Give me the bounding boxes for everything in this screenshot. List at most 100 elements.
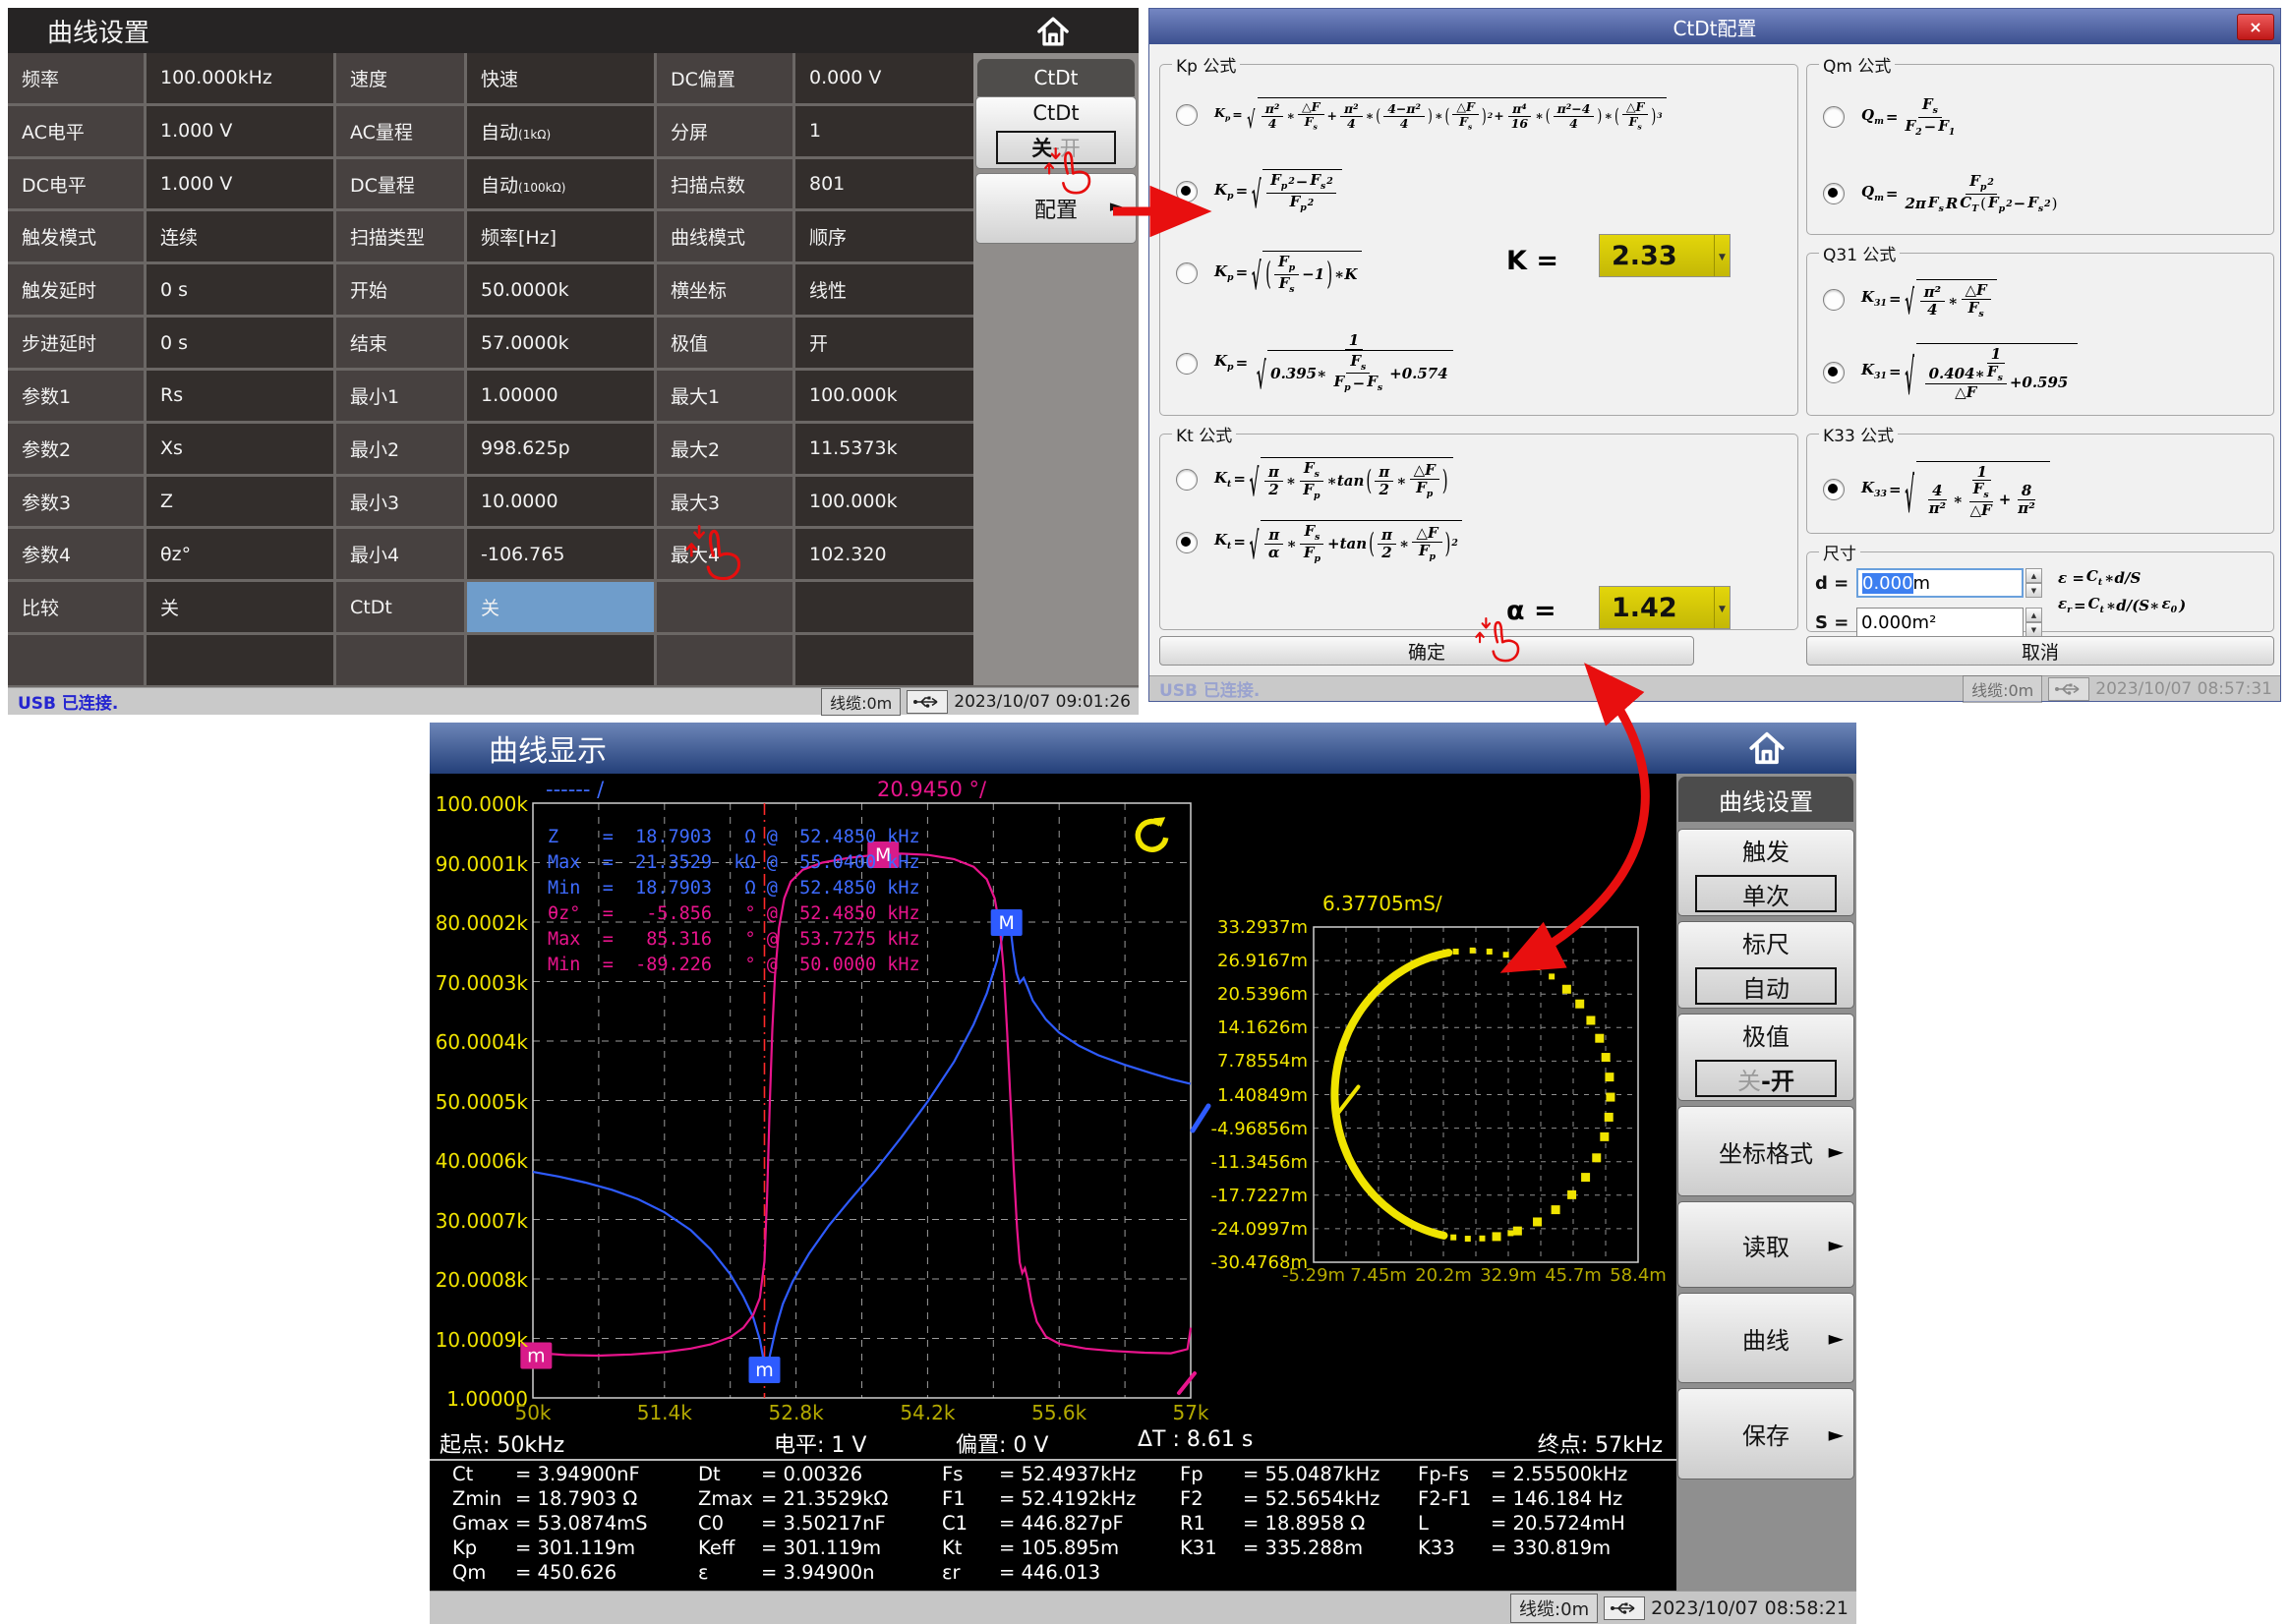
settings-value-cell[interactable]: 100.000kHz — [147, 53, 333, 103]
curve-settings-statusbar: USB 已连接. 线缆:0m 2023/10/07 09:01:26 — [8, 687, 1139, 715]
k-value-dropdown[interactable]: 2.33 ▼ — [1599, 234, 1731, 277]
settings-label-cell: 最大1 — [657, 371, 792, 421]
settings-value-cell[interactable]: 100.000k — [795, 477, 978, 527]
radio-kt[interactable] — [1176, 532, 1198, 553]
radio-q31[interactable] — [1823, 289, 1845, 311]
cancel-button[interactable]: 取消 — [1806, 636, 2274, 666]
sidebar-button-save[interactable]: 保存► — [1677, 1388, 1854, 1479]
s-input[interactable]: 0.000m² — [1856, 608, 2024, 637]
ok-button[interactable]: 确定 — [1159, 636, 1694, 666]
ruler-value-box[interactable]: 自动 — [1695, 967, 1837, 1005]
clock-text: 2023/10/07 09:01:26 — [954, 692, 1131, 712]
sidebar-button-curve[interactable]: 曲线► — [1677, 1293, 1854, 1383]
alpha-value-dropdown[interactable]: 1.42 ▼ — [1599, 586, 1731, 629]
settings-value-cell[interactable] — [795, 635, 978, 685]
curve-display-title: 曲线显示 — [489, 726, 607, 770]
settings-value-cell[interactable]: 11.5373k — [795, 424, 978, 474]
settings-value-cell[interactable]: 50.0000k — [467, 264, 654, 315]
settings-value-cell[interactable]: 0 s — [147, 318, 333, 368]
group-qm: Qm 公式 Qm=FsF2−F1Qm=Fp22πFsRCT(Fp2−Fs2) — [1806, 52, 2274, 235]
close-icon[interactable]: × — [2237, 14, 2274, 40]
settings-value-cell[interactable]: 频率[Hz] — [467, 211, 654, 261]
result-item: Ct= 3.94900nF — [452, 1463, 640, 1485]
admittance-circle-chart — [1314, 927, 1638, 1262]
radio-kp[interactable] — [1176, 104, 1198, 126]
settings-value-cell[interactable] — [467, 635, 654, 685]
radio-q31[interactable] — [1823, 362, 1845, 383]
settings-value-cell[interactable]: 1.000 V — [147, 159, 333, 209]
refresh-icon[interactable] — [1131, 814, 1174, 857]
settings-label-cell: 结束 — [336, 318, 464, 368]
readout-blue: Z = 18.7903 Ω @ 52.4850 kHz Max = 21.352… — [548, 825, 920, 901]
settings-value-cell[interactable]: θz° — [147, 529, 333, 579]
settings-value-cell[interactable]: 线性 — [795, 264, 978, 315]
settings-value-cell[interactable]: 998.625p — [467, 424, 654, 474]
sidebar-button-extremum[interactable]: 极值关-开 — [1677, 1014, 1854, 1101]
settings-value-cell[interactable]: 1 — [795, 106, 978, 156]
settings-value-cell[interactable]: 0 s — [147, 264, 333, 315]
cable-length-badge: 线缆:0m — [1963, 675, 2042, 703]
settings-value-cell[interactable] — [147, 635, 333, 685]
main-y-tick: 60.0004k — [430, 1030, 528, 1054]
settings-value-cell[interactable]: 顺序 — [795, 211, 978, 261]
radio-qm[interactable] — [1823, 183, 1845, 204]
settings-value-cell[interactable]: -106.765 — [467, 529, 654, 579]
chevron-right-icon: ► — [1829, 1139, 1844, 1163]
settings-value-cell[interactable]: 102.320 — [795, 529, 978, 579]
home-icon[interactable] — [1031, 12, 1075, 51]
sidebar-header-curve-settings[interactable]: 曲线设置 — [1678, 777, 1853, 822]
settings-value-cell[interactable] — [795, 582, 978, 632]
settings-value-cell[interactable]: 自动(100kΩ) — [467, 159, 654, 209]
settings-value-cell[interactable]: Xs — [147, 424, 333, 474]
settings-value-cell[interactable]: 关 — [147, 582, 333, 632]
s-spinner[interactable]: ▲▼ — [2025, 608, 2042, 637]
result-item: R1= 18.8958 Ω — [1180, 1512, 1365, 1535]
settings-value-cell[interactable]: 10.0000 — [467, 477, 654, 527]
home-icon[interactable] — [1745, 727, 1789, 769]
settings-value-cell[interactable]: 关 — [467, 582, 654, 632]
ctdt-toggle-box[interactable]: 关-开 — [996, 131, 1116, 164]
radio-qm[interactable] — [1823, 106, 1845, 128]
d-spinner[interactable]: ▲▼ — [2025, 568, 2042, 598]
usb-icon — [1604, 1596, 1645, 1620]
result-item: F1= 52.4192kHz — [942, 1487, 1136, 1510]
settings-label-cell: CtDt — [336, 582, 464, 632]
ctdt-toggle-button[interactable]: CtDt 关-开 — [975, 96, 1137, 169]
settings-value-cell[interactable]: 801 — [795, 159, 978, 209]
settings-value-cell[interactable]: 快速 — [467, 53, 654, 103]
k33-options: K33=√14π²∗Fs△F+8π² — [1813, 448, 2267, 531]
d-input[interactable]: 0.000m — [1856, 568, 2024, 598]
radio-k33[interactable] — [1823, 479, 1845, 500]
settings-value-cell[interactable]: Z — [147, 477, 333, 527]
settings-value-cell[interactable]: Rs — [147, 371, 333, 421]
radio-kt[interactable] — [1176, 469, 1198, 491]
settings-value-cell[interactable]: 57.0000k — [467, 318, 654, 368]
settings-value-cell[interactable]: 自动(1kΩ) — [467, 106, 654, 156]
settings-value-cell[interactable]: 0.000 V — [795, 53, 978, 103]
settings-label-cell: 分屏 — [657, 106, 792, 156]
formula-kp: Kp=√π²4∗△FFs+π²4∗(4−π²4)∗(△FFs)2+π⁴16∗(π… — [1213, 97, 1668, 132]
chevron-right-icon: ► — [1829, 1326, 1844, 1350]
ctdt-config-button[interactable]: 配置 ► — [975, 173, 1137, 244]
radio-kp[interactable] — [1176, 262, 1198, 284]
chevron-right-icon: ► — [1829, 1233, 1844, 1256]
settings-value-cell[interactable]: 1.000 V — [147, 106, 333, 156]
radio-kp[interactable] — [1176, 353, 1198, 375]
settings-value-cell[interactable]: 1.00000 — [467, 371, 654, 421]
settings-label-cell: 开始 — [336, 264, 464, 315]
trigger-value-box[interactable]: 单次 — [1695, 875, 1837, 912]
radio-kp[interactable] — [1176, 181, 1198, 203]
settings-value-cell[interactable]: 连续 — [147, 211, 333, 261]
sidebar-button-ruler[interactable]: 标尺自动 — [1677, 921, 1854, 1009]
extremum-toggle-box[interactable]: 关-开 — [1695, 1060, 1837, 1097]
sidebar-button-read[interactable]: 读取► — [1677, 1201, 1854, 1288]
formula-kp: Kp=1√0.395∗FsFp−Fs+0.574 — [1213, 332, 1459, 394]
settings-label-cell: 横坐标 — [657, 264, 792, 315]
curve-settings-titlebar: 曲线设置 — [8, 8, 1139, 53]
settings-value-cell[interactable]: 100.000k — [795, 371, 978, 421]
circle-y-tick: 20.5396m — [1204, 984, 1308, 1005]
main-x-tick: 55.6k — [1031, 1401, 1086, 1424]
sidebar-button-coord-format[interactable]: 坐标格式► — [1677, 1106, 1854, 1196]
sidebar-button-trigger[interactable]: 触发单次 — [1677, 829, 1854, 916]
settings-value-cell[interactable]: 开 — [795, 318, 978, 368]
